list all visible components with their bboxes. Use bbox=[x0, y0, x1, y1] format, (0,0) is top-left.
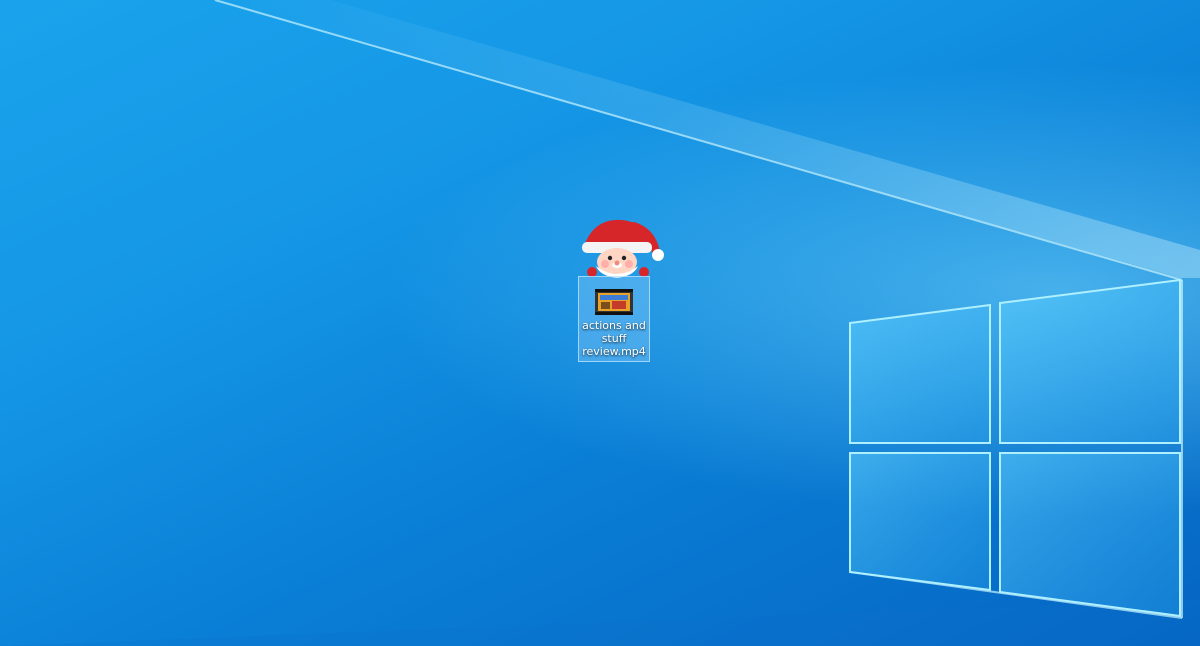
desktop-file-icon[interactable]: actions and stuff review.mp4 bbox=[578, 276, 650, 362]
file-label: actions and stuff review.mp4 bbox=[582, 319, 646, 358]
santa-icon bbox=[574, 214, 664, 284]
video-file-icon bbox=[595, 289, 633, 315]
